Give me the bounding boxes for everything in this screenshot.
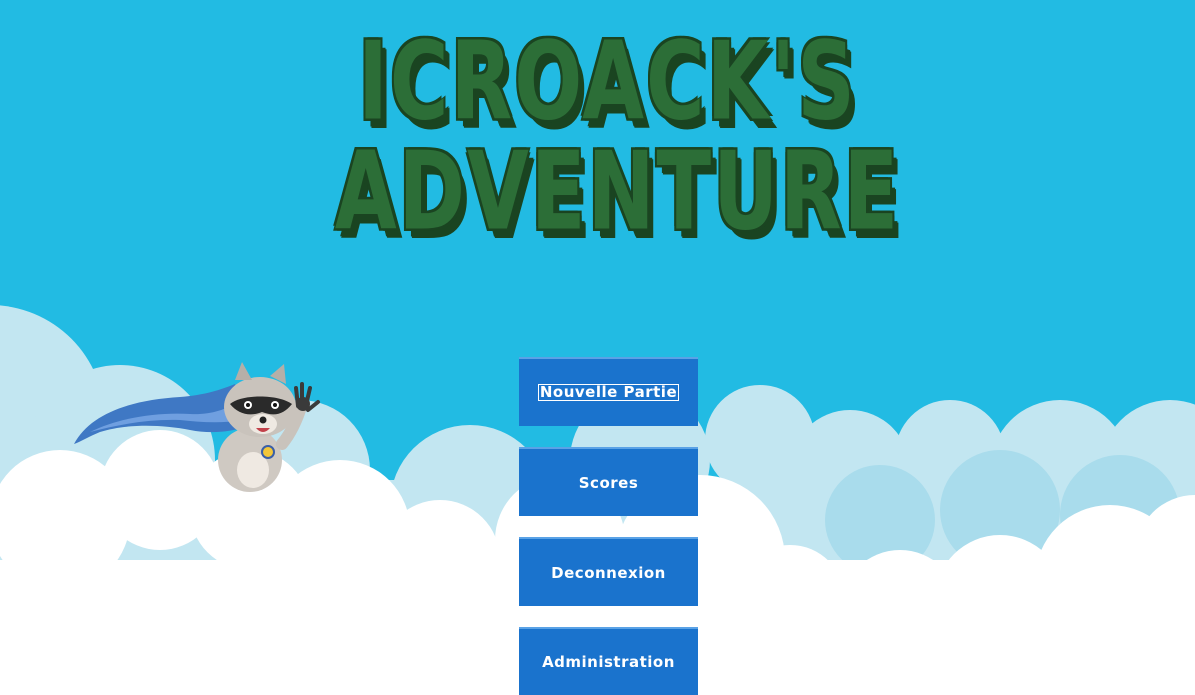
game-title-line-2: ADVENTURE bbox=[334, 128, 901, 255]
game-menu-screen: ICROACK'S ADVENTURE Nouvelle Partie Scor… bbox=[0, 0, 1195, 695]
scores-button-label: Scores bbox=[578, 473, 639, 492]
new-game-button-label: Nouvelle Partie bbox=[537, 383, 680, 401]
new-game-button[interactable]: Nouvelle Partie bbox=[519, 357, 698, 426]
logout-button-label: Deconnexion bbox=[551, 563, 666, 582]
administration-button-label: Administration bbox=[542, 653, 675, 671]
administration-button[interactable]: Administration bbox=[519, 627, 698, 695]
game-title-line-1: ICROACK'S bbox=[358, 18, 857, 145]
raccoon-hero-icon bbox=[74, 362, 320, 492]
logout-button[interactable]: Deconnexion bbox=[519, 537, 698, 606]
scores-button[interactable]: Scores bbox=[519, 447, 698, 516]
